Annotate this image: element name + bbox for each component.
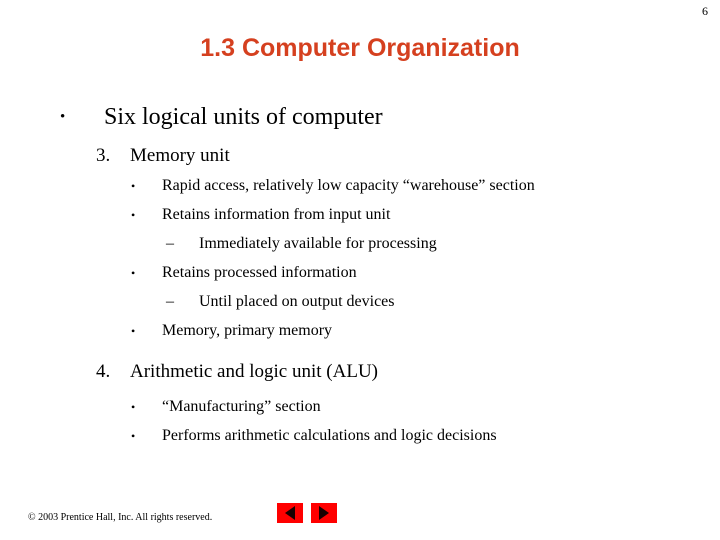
list-item-text: “Manufacturing” section — [162, 398, 321, 415]
copyright-notice: © 2003 Prentice Hall, Inc. All rights re… — [28, 512, 213, 523]
slide-footer: © 2003 Prentice Hall, Inc. All rights re… — [0, 500, 720, 540]
list-item-text: Arithmetic and logic unit (ALU) — [130, 361, 378, 382]
list-item-text: Immediately available for processing — [199, 235, 437, 252]
slide: 6 1.3 Computer Organization • Six logica… — [0, 0, 720, 540]
list-item-text: Rapid access, relatively low capacity “w… — [162, 177, 535, 194]
list-item-text: Performs arithmetic calculations and log… — [162, 427, 497, 444]
list-item-text: Retains information from input unit — [162, 206, 391, 223]
bullet-main-text: Six logical units of computer — [104, 104, 383, 130]
list-item: • Performs arithmetic calculations and l… — [0, 423, 720, 452]
list-item: – Immediately available for processing — [0, 231, 720, 260]
list-item-text: Retains processed information — [162, 264, 357, 281]
list-item: • Retains processed information — [0, 260, 720, 289]
bullet-main: • Six logical units of computer — [0, 100, 720, 138]
previous-slide-button[interactable] — [277, 503, 303, 523]
list-marker: 3. — [96, 145, 111, 166]
slide-body: • Six logical units of computer 3. Memor… — [0, 100, 720, 452]
list-item-text: Until placed on output devices — [199, 293, 395, 310]
bullet-marker-icon: • — [131, 266, 136, 280]
list-item-text: Memory, primary memory — [162, 322, 333, 339]
list-item: • “Manufacturing” section — [0, 394, 720, 423]
bullet-marker-icon: • — [131, 324, 136, 338]
list-item: – Until placed on output devices — [0, 289, 720, 318]
dash-marker-icon: – — [166, 235, 174, 252]
list-item: • Retains information from input unit — [0, 202, 720, 231]
navigation-controls — [277, 503, 337, 523]
list-item: 4. Arithmetic and logic unit (ALU) — [0, 358, 720, 389]
triangle-right-icon — [319, 506, 329, 520]
triangle-left-icon — [285, 506, 295, 520]
bullet-marker-icon: • — [60, 109, 66, 125]
list-marker: 4. — [96, 361, 111, 382]
list-item: • Memory, primary memory — [0, 318, 720, 347]
list-item-text: Memory unit — [130, 145, 230, 166]
bullet-marker-icon: • — [131, 400, 136, 414]
next-slide-button[interactable] — [311, 503, 337, 523]
bullet-marker-icon: • — [131, 429, 136, 443]
list-item: • Rapid access, relatively low capacity … — [0, 173, 720, 202]
dash-marker-icon: – — [166, 293, 174, 310]
page-number: 6 — [702, 4, 708, 18]
bullet-marker-icon: • — [131, 179, 136, 193]
page-title: 1.3 Computer Organization — [200, 34, 520, 62]
bullet-marker-icon: • — [131, 208, 136, 222]
list-item: 3. Memory unit — [0, 142, 720, 173]
